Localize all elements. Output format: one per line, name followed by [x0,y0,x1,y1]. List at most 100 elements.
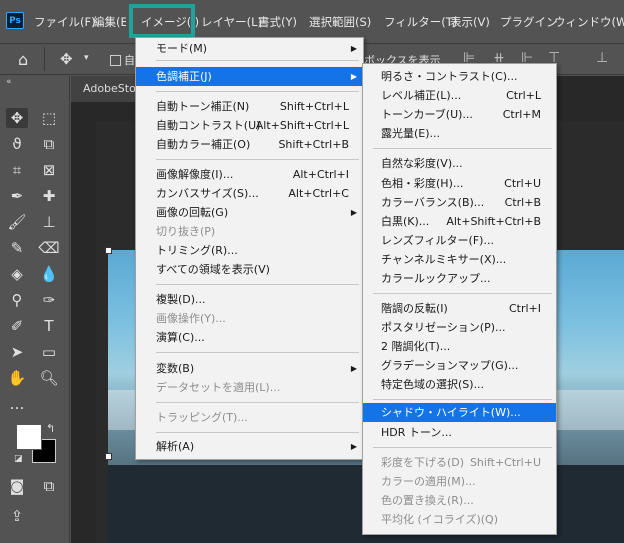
menu-item-mode[interactable]: モード(M) ▶ [136,39,363,58]
path-pen-tool-icon[interactable]: ✐ [6,316,28,336]
menu-separator [156,284,359,285]
menu-item-analysis[interactable]: 解析(A) ▶ [136,437,363,456]
menu-select[interactable]: 選択範囲(S) [309,14,371,30]
chevron-down-icon[interactable]: ▾ [84,53,89,63]
menu-layer[interactable]: レイヤー(L) [201,14,262,30]
menu-separator [156,352,359,353]
menu-view[interactable]: 表示(V) [450,14,490,30]
menu-item-color-lookup[interactable]: カラールックアップ... [363,269,556,288]
menu-item-hue-saturation[interactable]: 色相・彩度(H)... Ctrl+U [363,174,556,193]
photoshop-logo: Ps [6,12,24,29]
menu-item-shadows-highlights[interactable]: シャドウ・ハイライト(W)... [363,403,556,422]
menu-item-brightness-contrast[interactable]: 明るさ・コントラスト(C)... [363,67,556,86]
transform-handle[interactable] [105,247,112,254]
menu-item-image-size[interactable]: 画像解像度(I)... Alt+Ctrl+I [136,165,363,184]
more-tools-icon[interactable]: … [6,394,28,414]
menu-item-levels[interactable]: レベル補正(L)... Ctrl+L [363,86,556,105]
brush-tool-icon[interactable]: 🖌 [6,212,28,232]
lasso-tool-icon[interactable]: ϑ [6,134,28,154]
eraser-tool-icon[interactable]: ⌫ [38,238,60,258]
share-icon[interactable]: ⇪ [6,506,28,526]
screen-mode-icon[interactable]: ⧉ [38,476,60,496]
menu-item-auto-contrast[interactable]: 自動コントラスト(U) Alt+Shift+Ctrl+L [136,116,363,135]
history-brush-tool-icon[interactable]: ✎ [6,238,28,258]
zoom-tool-icon[interactable]: 🔍︎ [38,368,60,388]
menu-item-invert[interactable]: 階調の反転(I) Ctrl+I [363,299,556,318]
menu-item-selective-color[interactable]: 特定色域の選択(S)... [363,375,556,394]
tools-panel: « ✥ ⬚ ϑ ⧉ ⌗ ⊠ ✒ ✚ 🖌 ⊥ ✎ ⌫ ◈ 💧 ⚲ ✑ ✐ T ➤ … [0,76,70,543]
menu-item-gradient-map[interactable]: グラデーションマップ(G)... [363,356,556,375]
image-menu: モード(M) ▶ 色調補正(J) ▶ 自動トーン補正(N) Shift+Ctrl+L … [135,37,364,460]
menu-item-auto-color[interactable]: 自動カラー補正(O) Shift+Ctrl+B [136,135,363,154]
menu-item-replace-color: 色の置き換え(R)... [381,494,474,507]
dodge-tool-icon[interactable]: ⚲ [6,290,28,310]
menu-item-trap: トラッピング(T)... [156,411,248,424]
healing-brush-tool-icon[interactable]: ✚ [38,186,60,206]
menu-item-color-balance[interactable]: カラーバランス(B)... Ctrl+B [363,193,556,212]
menu-item-duplicate[interactable]: 複製(D)... [136,290,363,309]
auto-select-checkbox[interactable] [110,55,121,66]
menu-item-vibrance[interactable]: 自然な彩度(V)... [363,154,556,173]
menu-file[interactable]: ファイル(F) [34,14,96,30]
menu-separator [156,91,359,92]
menu-separator [156,159,359,160]
rectangle-tool-icon[interactable]: ▭ [38,342,60,362]
menu-item-match-color: カラーの適用(M)... [381,475,476,488]
crop-tool-icon[interactable]: ⌗ [6,160,28,180]
menu-plugins[interactable]: プラグイン [500,14,558,30]
menu-item-image-rotation[interactable]: 画像の回転(G) ▶ [136,203,363,222]
document-tab[interactable]: AdobeSto [71,76,136,102]
menu-item-auto-tone[interactable]: 自動トーン補正(N) Shift+Ctrl+L [136,97,363,116]
divider [44,47,45,71]
auto-select-label: 自 [124,54,135,67]
move-tool-option-icon[interactable]: ✥ [60,50,73,68]
menu-item-black-white[interactable]: 白黒(K)... Alt+Shift+Ctrl+B [363,212,556,231]
menu-separator [156,60,359,61]
default-colors-icon[interactable]: ◪ [14,454,23,464]
menu-item-variables[interactable]: 変数(B) ▶ [136,359,363,378]
stamp-tool-icon[interactable]: ⊥ [38,212,60,232]
menu-item-trim[interactable]: トリミング(R)... [136,241,363,260]
transform-handle[interactable] [105,453,112,460]
menu-item-equalize: 平均化 (イコライズ)(Q) [381,513,498,526]
quick-mask-icon[interactable]: ◙ [6,476,28,496]
menu-edit[interactable]: 編集(E) [93,14,126,30]
paint-bucket-tool-icon[interactable]: ◈ [6,264,28,284]
frame-tool-icon[interactable]: ⊠ [38,160,60,180]
menu-item-canvas-size[interactable]: カンバスサイズ(S)... Alt+Ctrl+C [136,184,363,203]
eyedropper-tool-icon[interactable]: ✒ [6,186,28,206]
menu-item-calculations[interactable]: 演算(C)... [136,328,363,347]
path-select-tool-icon[interactable]: ➤ [6,342,28,362]
menu-filter[interactable]: フィルター(T) [384,14,457,30]
menu-item-crop: 切り抜き(P) [156,225,216,238]
blur-tool-icon[interactable]: 💧 [38,264,60,284]
menu-item-reveal-all[interactable]: すべての領域を表示(V) [136,260,363,279]
type-tool-icon[interactable]: T [38,316,60,336]
swap-colors-icon[interactable]: ↰ [46,422,55,435]
home-icon[interactable]: ⌂ [18,50,28,69]
marquee-tool-icon[interactable]: ⬚ [38,108,60,128]
menu-window[interactable]: ウィンドウ(W) [554,14,624,30]
foreground-color-swatch[interactable] [16,424,42,450]
align-bottom-icon[interactable]: ⊥ [596,50,608,66]
collapse-icon[interactable]: « [6,77,12,87]
menu-item-curves[interactable]: トーンカーブ(U)... Ctrl+M [363,105,556,124]
menu-item-apply-data-set: データセットを適用(L)... [156,381,281,394]
menu-item-posterize[interactable]: ポスタリゼーション(P)... [363,318,556,337]
menu-item-hdr-toning[interactable]: HDR トーン... [363,423,556,442]
menu-item-exposure[interactable]: 露光量(E)... [363,124,556,143]
image-menu-callout [129,4,195,38]
menu-separator [373,399,552,400]
move-tool-icon[interactable]: ✥ [6,108,28,128]
menu-item-desaturate: 彩度を下げる(D) Shift+Ctrl+U [381,456,541,469]
menu-type[interactable]: 書式(Y) [258,14,297,30]
menu-separator [373,293,552,294]
menu-item-threshold[interactable]: 2 階調化(T)... [363,337,556,356]
menu-item-photo-filter[interactable]: レンズフィルター(F)... [363,231,556,250]
menu-item-channel-mixer[interactable]: チャンネルミキサー(X)... [363,250,556,269]
menu-item-adjustments[interactable]: 色調補正(J) ▶ [136,67,363,86]
pen-tool-icon[interactable]: ✑ [38,290,60,310]
object-select-tool-icon[interactable]: ⧉ [38,134,60,154]
menu-separator [373,447,552,448]
hand-tool-icon[interactable]: ✋ [6,368,28,388]
